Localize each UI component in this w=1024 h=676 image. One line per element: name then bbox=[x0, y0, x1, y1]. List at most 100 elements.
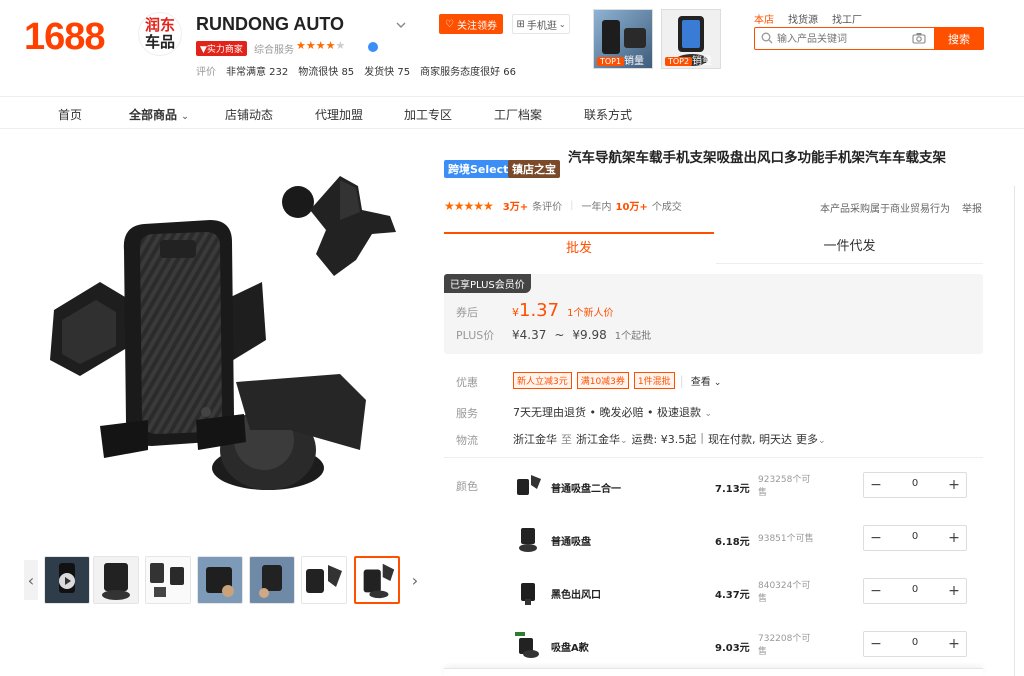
tab-wholesale[interactable]: 批发 bbox=[444, 232, 714, 264]
ship-to[interactable]: 浙江金华⌄ bbox=[576, 431, 628, 447]
chevron-right-icon[interactable]: › bbox=[408, 560, 422, 600]
phone-holder-photo bbox=[50, 176, 396, 490]
search-button[interactable]: 搜索 bbox=[934, 27, 984, 50]
chevron-down-icon: ⌄ bbox=[704, 409, 713, 419]
tab-dropship[interactable]: 一件代发 bbox=[716, 232, 983, 264]
coupon[interactable]: 满10减3券 bbox=[576, 372, 629, 389]
plus-member-tag: 已享PLUS会员价 bbox=[444, 274, 531, 293]
badge-flag-icon: ▼ bbox=[200, 45, 207, 55]
nav-processing[interactable]: 加工专区 bbox=[404, 106, 452, 123]
report-link[interactable]: 举报 bbox=[962, 200, 982, 215]
search-input[interactable] bbox=[777, 31, 902, 47]
trade-note: 本产品采购属于商业贸易行为 bbox=[820, 204, 950, 215]
variant-thumbnail[interactable] bbox=[513, 630, 543, 660]
coupon[interactable]: 1件混批 bbox=[633, 372, 675, 389]
coupon-price-row: 券后 ¥1.37 1个新人价 bbox=[456, 300, 613, 321]
plus-button[interactable]: + bbox=[942, 579, 966, 603]
shop-treasure-tag: 镇店之宝 bbox=[508, 160, 560, 178]
site-logo[interactable]: 1688 bbox=[24, 16, 106, 59]
coupon-list: 新人立减3元 满10减3券 1件混批 | 查看 ⌄ bbox=[513, 372, 721, 389]
coupon[interactable]: 新人立减3元 bbox=[513, 372, 572, 389]
more-logistics[interactable]: 更多⌄ bbox=[796, 431, 826, 447]
info-icon[interactable] bbox=[368, 42, 378, 52]
plus-button[interactable]: + bbox=[942, 473, 966, 497]
top-label: 销量 bbox=[624, 56, 644, 67]
shipping-fee: 运费: ¥3.5起 bbox=[631, 433, 697, 446]
shop-name[interactable]: RUNDONG AUTO bbox=[196, 14, 344, 35]
mobile-browse-button[interactable]: ⊞ 手机逛 ⌄ bbox=[512, 14, 570, 34]
variant-thumbnail[interactable] bbox=[513, 524, 543, 554]
chevron-left-icon[interactable]: ‹ bbox=[24, 560, 38, 600]
nav-shop-news[interactable]: 店铺动态 bbox=[225, 106, 273, 123]
quantity-value[interactable]: 0 bbox=[890, 531, 940, 542]
thumbnail-photo bbox=[94, 557, 138, 603]
variant-thumbnail[interactable] bbox=[513, 471, 543, 501]
plus-button[interactable]: + bbox=[942, 526, 966, 550]
chevron-down-icon: ⌄ bbox=[620, 436, 628, 446]
minus-button[interactable]: − bbox=[864, 526, 888, 550]
variant-name: 黑色出风口 bbox=[551, 590, 601, 601]
thumbnail-video[interactable] bbox=[44, 556, 90, 604]
review-count[interactable]: 3万+ bbox=[503, 198, 528, 213]
quantity-value[interactable]: 0 bbox=[890, 478, 940, 489]
quantity-value[interactable]: 0 bbox=[890, 584, 940, 595]
logistics-row: 浙江金华 至 浙江金华⌄ 运费: ¥3.5起 | 现在付款, 明天达 更多⌄ bbox=[513, 431, 826, 447]
evaluation-item[interactable]: 非常满意 232 bbox=[226, 63, 288, 78]
mobile-label: 手机逛 bbox=[526, 20, 557, 32]
thumbnail[interactable] bbox=[93, 556, 139, 604]
rating-stars: ★★★★★ bbox=[444, 198, 494, 213]
purchase-tabs: 批发 一件代发 bbox=[444, 232, 983, 266]
view-more-promos[interactable]: 查看 ⌄ bbox=[691, 373, 722, 388]
nav-contact[interactable]: 联系方式 bbox=[584, 106, 632, 123]
follow-button[interactable]: ♡ 关注领券 bbox=[439, 14, 503, 34]
evaluation-item[interactable]: 物流很快 85 bbox=[298, 63, 354, 78]
service-row[interactable]: 7天无理由退货 • 晚发必赔 • 极速退款 ⌄ bbox=[513, 404, 712, 420]
top-product-1[interactable]: TOP1 销量 bbox=[593, 9, 653, 69]
variant-name: 普通吸盘 bbox=[551, 537, 591, 548]
currency: ¥ bbox=[512, 306, 519, 319]
variant-stock: 732208个可售 bbox=[758, 634, 811, 657]
scope-find-factory[interactable]: 找工厂 bbox=[832, 11, 862, 26]
select-tag: 跨境Select bbox=[444, 160, 513, 178]
camera-icon[interactable] bbox=[912, 32, 926, 47]
evaluation-item[interactable]: 商家服务态度很好 66 bbox=[420, 63, 516, 78]
scope-find-goods[interactable]: 找货源 bbox=[788, 11, 818, 26]
nav-factory-profile[interactable]: 工厂档案 bbox=[494, 106, 542, 123]
service-score-label: 综合服务 bbox=[254, 45, 294, 56]
search-icon bbox=[761, 32, 773, 47]
thumbnail[interactable] bbox=[249, 556, 295, 604]
minus-button[interactable]: − bbox=[864, 579, 888, 603]
chevron-down-icon[interactable] bbox=[396, 18, 406, 32]
quantity-value[interactable]: 0 bbox=[890, 637, 940, 648]
thumbnail[interactable] bbox=[145, 556, 191, 604]
variant-thumbnail[interactable] bbox=[513, 577, 543, 607]
evaluation-item[interactable]: 发货快 75 bbox=[364, 63, 410, 78]
thumbnail[interactable] bbox=[301, 556, 347, 604]
nav-agency[interactable]: 代理加盟 bbox=[315, 106, 363, 123]
variant-row: 普通吸盘二合一 7.13元 923258个可售 − 0 + bbox=[513, 468, 983, 508]
floating-sidebar[interactable] bbox=[1014, 186, 1024, 676]
nav-home[interactable]: 首页 bbox=[58, 106, 82, 123]
thumbnail-selected[interactable] bbox=[354, 556, 400, 604]
thumbnail[interactable] bbox=[197, 556, 243, 604]
shop-nav: 首页 全部商品 ⌄ 店铺动态 代理加盟 加工专区 工厂档案 联系方式 bbox=[0, 96, 1024, 129]
view-more-label: 查看 bbox=[690, 377, 711, 388]
minus-button[interactable]: − bbox=[864, 473, 888, 497]
badge-label: 实力商家 bbox=[206, 45, 243, 55]
thumbnail-photo bbox=[45, 557, 89, 603]
scope-this-shop[interactable]: 本店 bbox=[754, 11, 774, 26]
variant-stock: 923258个可售 bbox=[758, 475, 811, 498]
search-scope: 本店 找货源 找工厂 bbox=[754, 11, 862, 26]
nav-all-products[interactable]: 全部商品 ⌄ bbox=[129, 106, 189, 123]
minus-button[interactable]: − bbox=[864, 632, 888, 656]
rating-row: ★★★★★ 3万+ 条评价 | 一年内 10万+ 个成交 bbox=[444, 198, 682, 214]
nav-all-products-label: 全部商品 bbox=[129, 108, 178, 122]
product-title: 汽车导航架车载手机支架吸盘出风口多功能手机架汽车车载支架 bbox=[568, 150, 946, 166]
plus-price-row: PLUS价 ¥4.37 ~ ¥9.98 1个起批 bbox=[456, 327, 651, 343]
period-label: 一年内 bbox=[581, 202, 612, 213]
shop-logo[interactable]: 润东 车品 bbox=[138, 12, 182, 56]
top-product-2[interactable]: TOP2 销量 bbox=[661, 9, 721, 69]
plus-button[interactable]: + bbox=[942, 632, 966, 656]
main-product-image[interactable] bbox=[40, 150, 412, 522]
variant-price: 7.13元 bbox=[715, 484, 750, 495]
